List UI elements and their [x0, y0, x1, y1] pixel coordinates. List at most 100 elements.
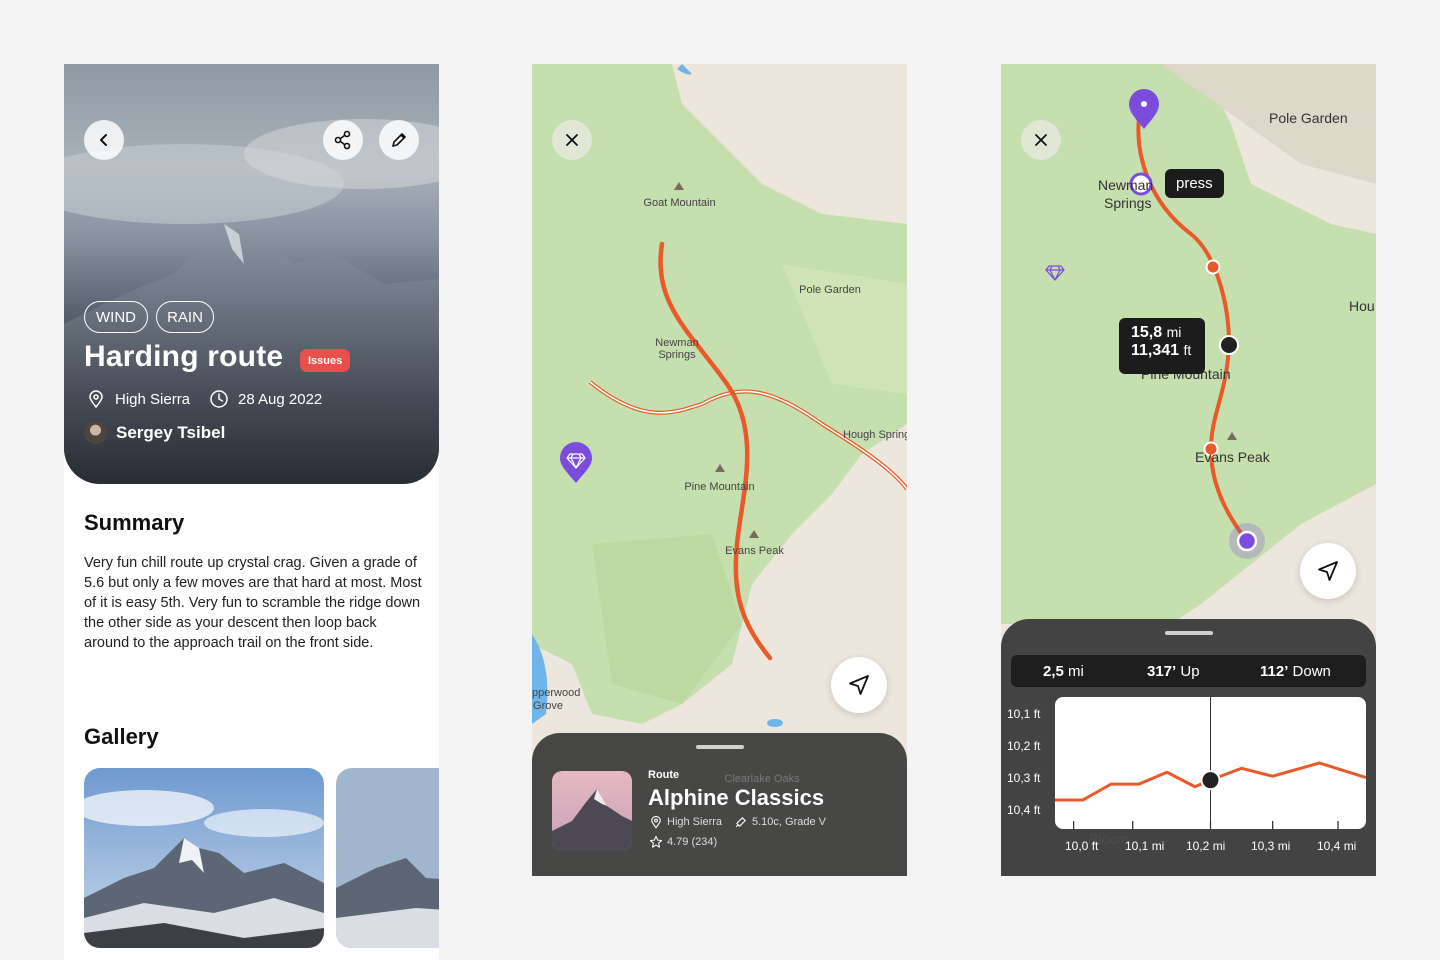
map-label: Grove — [533, 700, 563, 712]
location-text: High Sierra — [115, 390, 191, 408]
gallery-photo — [336, 768, 439, 948]
author[interactable]: Sergey Tsibel — [84, 421, 225, 444]
close-button[interactable] — [552, 120, 592, 160]
map-label: Evans Peak — [725, 545, 784, 557]
map-label: Pole Garden — [799, 284, 861, 296]
tooltip-distance-unit: mi — [1166, 324, 1182, 340]
tooltip-elevation-unit: ft — [1183, 342, 1192, 358]
navigate-icon — [849, 675, 869, 695]
map-label: Hough Springs — [843, 429, 907, 441]
date-text: 28 Aug 2022 — [238, 390, 323, 408]
share-icon — [334, 130, 351, 150]
diamond-marker[interactable] — [559, 442, 593, 484]
tooltip-distance-value: 15,8 — [1131, 324, 1163, 341]
gallery-heading: Gallery — [84, 724, 159, 749]
thumbnail-photo — [552, 771, 632, 851]
gallery-image[interactable] — [336, 768, 439, 948]
map-label: Newman — [655, 337, 699, 349]
sheet-handle[interactable] — [695, 745, 744, 749]
start-marker[interactable] — [1128, 88, 1160, 130]
gallery-photo — [84, 768, 324, 948]
pin-dot — [1141, 101, 1147, 107]
elevation-sheet[interactable]: 2,5 mi 317’ Up 112’ Down 10,1 ft 10,2 ft… — [1001, 619, 1376, 876]
stat-up: 317’ Up — [1147, 663, 1200, 680]
route-card-sheet[interactable]: Clearlake Oaks Route Alphine Classics Hi… — [532, 733, 907, 876]
locate-button[interactable] — [1300, 543, 1356, 599]
map-label: Clearlake Oaks — [724, 773, 800, 785]
route-location-text: High Sierra — [667, 816, 723, 828]
route-map-screen: Goat Mountain Pole Garden Newman Springs… — [532, 64, 907, 876]
pin-icon — [89, 390, 103, 409]
x-tick-label: 10,4 mi — [1317, 839, 1357, 853]
stats-bar: 2,5 mi 317’ Up 112’ Down — [1011, 655, 1366, 687]
diamond-icon[interactable] — [1045, 264, 1065, 282]
grade-icon — [735, 817, 746, 828]
route-thumbnail[interactable] — [552, 771, 632, 851]
tag-chip[interactable]: WIND — [84, 301, 148, 333]
location-meta: High Sierra — [86, 389, 190, 409]
hero-image: WIND RAIN Harding route Issues High Sier… — [64, 64, 439, 484]
close-icon — [1035, 134, 1047, 146]
map-label: Pine Mountain — [684, 481, 755, 493]
x-tick-label: 10,0 ft — [1065, 839, 1099, 853]
tooltip-elevation-value: 11,341 — [1131, 342, 1180, 359]
map-label: Newman — [1098, 177, 1154, 193]
y-tick-label: 10,4 ft — [1007, 803, 1041, 817]
route-detail-screen: WIND RAIN Harding route Issues High Sier… — [64, 64, 439, 960]
stat-distance-value: 2,5 — [1043, 663, 1064, 680]
stat-down-label: Down — [1292, 663, 1331, 680]
map-label: Goat Mountain — [643, 197, 716, 209]
summary-heading: Summary — [84, 510, 185, 535]
tag-chip[interactable]: RAIN — [156, 301, 214, 333]
route-rating-text: 4.79 (234) — [667, 836, 718, 848]
clock-icon — [210, 390, 228, 408]
stat-up-value: 317’ — [1147, 663, 1177, 680]
y-tick-label: 10,1 ft — [1007, 707, 1041, 721]
stat-down-value: 112’ — [1260, 663, 1289, 680]
date-meta: 28 Aug 2022 — [209, 389, 322, 409]
star-icon — [649, 835, 663, 848]
elevation-screen: Pole Garden Newman Springs Pine Mountain… — [1001, 64, 1376, 876]
map-label: Springs — [1104, 195, 1152, 211]
avatar — [84, 421, 107, 444]
summary-text: Very fun chill route up crystal crag. Gi… — [84, 555, 422, 651]
tooltip-elevation: 11,341 ft — [1131, 342, 1193, 360]
map-label: Hou — [1349, 298, 1375, 314]
navigate-icon — [1318, 561, 1338, 581]
hover-tooltip: 15,8 mi 11,341 ft — [1119, 318, 1205, 374]
route-grade-text: 5.10c, Grade V — [752, 816, 826, 828]
x-tick-label: 10,2 mi — [1186, 839, 1226, 853]
edit-icon — [392, 133, 406, 147]
locate-button[interactable] — [831, 657, 887, 713]
route-title: Harding route — [84, 340, 284, 373]
back-button[interactable] — [84, 120, 124, 160]
press-tooltip: press — [1165, 169, 1224, 198]
map-label: Pole Garden — [1269, 110, 1348, 126]
sheet-handle[interactable] — [1164, 631, 1213, 635]
map-label: pperwood — [532, 687, 581, 699]
elevation-chart[interactable] — [1055, 697, 1366, 829]
close-button[interactable] — [1021, 120, 1061, 160]
stat-down: 112’ Down — [1260, 663, 1331, 680]
route-location: High Sierra — [649, 815, 722, 829]
route-rating: 4.79 (234) — [649, 835, 717, 849]
author-name: Sergey Tsibel — [116, 422, 226, 442]
cursor-point[interactable] — [1200, 770, 1221, 791]
issues-badge[interactable]: Issues — [300, 349, 351, 372]
stat-up-label: Up — [1180, 663, 1200, 680]
edit-button[interactable] — [379, 120, 419, 160]
map-label: Evans Peak — [1195, 449, 1270, 465]
close-icon — [566, 134, 578, 146]
pin-icon — [651, 815, 661, 829]
route-grade: 5.10c, Grade V — [734, 815, 826, 829]
map-label: Springs — [658, 349, 696, 361]
gallery-image[interactable] — [84, 768, 324, 948]
y-tick-label: 10,3 ft — [1007, 771, 1041, 785]
route-kicker: Route — [648, 769, 680, 781]
x-tick-label: 10,3 mi — [1251, 839, 1291, 853]
elevation-chart-svg[interactable] — [1055, 697, 1366, 829]
route-card-title: Alphine Classics — [648, 785, 825, 810]
x-tick-label: 10,1 mi — [1125, 839, 1165, 853]
tooltip-distance: 15,8 mi — [1131, 324, 1193, 342]
share-button[interactable] — [323, 120, 363, 160]
